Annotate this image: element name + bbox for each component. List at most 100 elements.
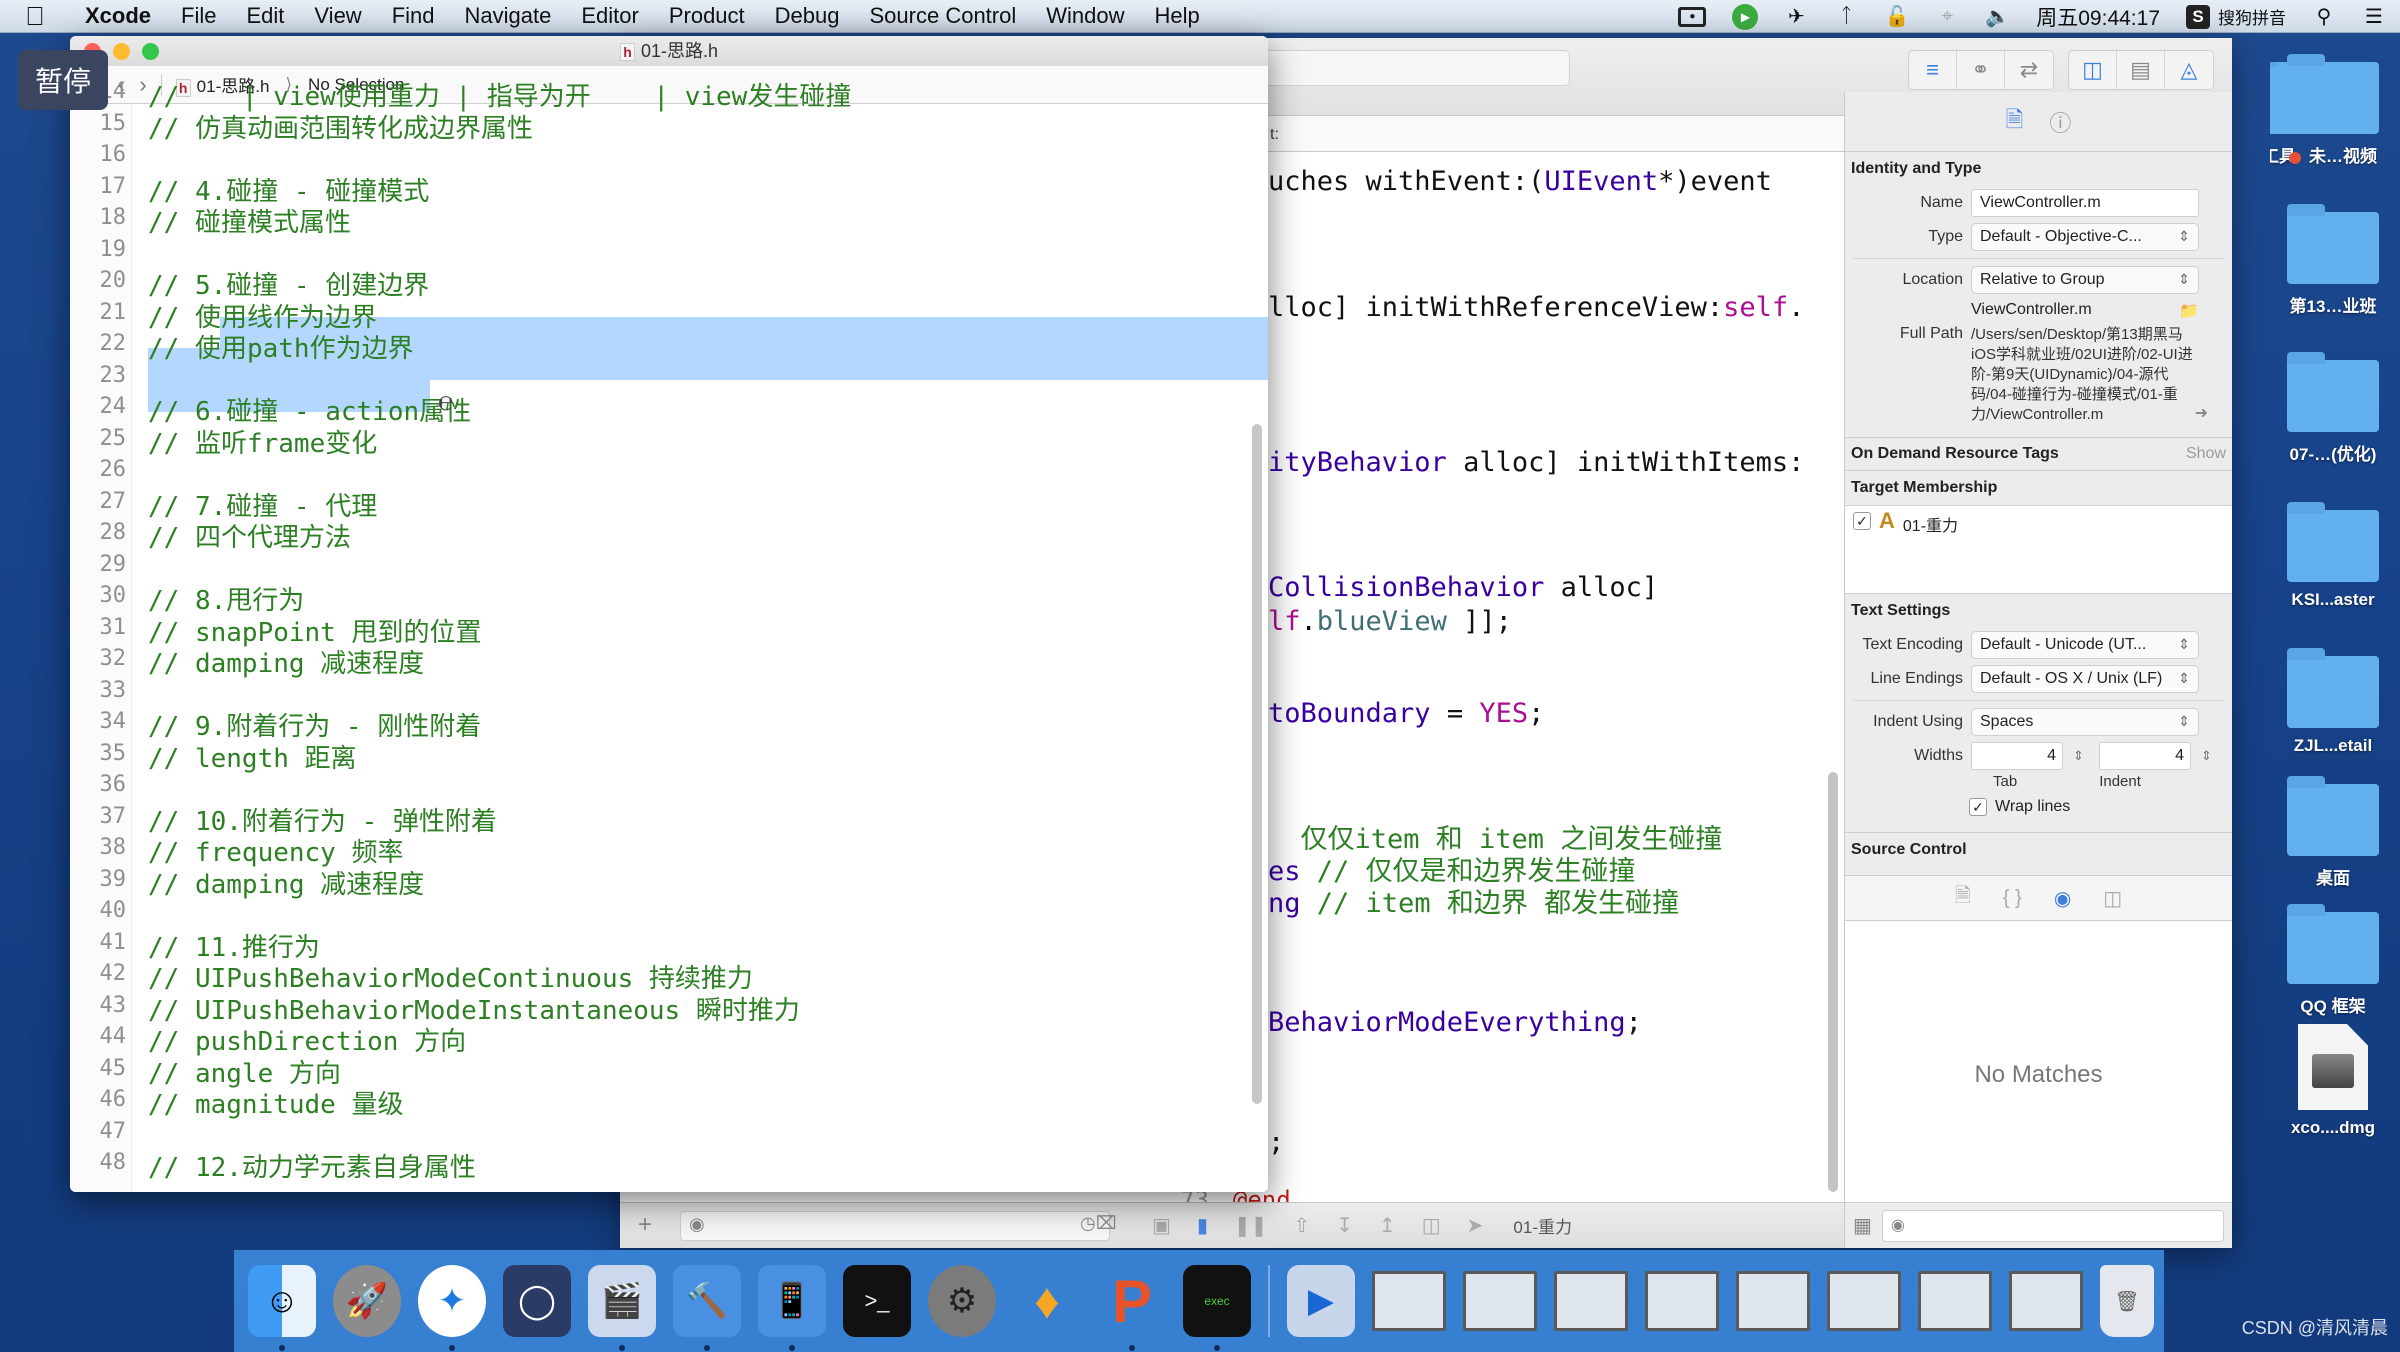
- library-filter-input[interactable]: ◉: [1881, 1209, 2224, 1242]
- recent-files-icon[interactable]: ◷⌧: [1080, 1213, 1116, 1234]
- code-line[interactable]: 29: [70, 549, 1236, 581]
- hide-debug-area-icon[interactable]: ▣: [1152, 1213, 1171, 1238]
- file-template-library-icon[interactable]: 🗎: [1955, 881, 1971, 915]
- desktop-item[interactable]: xco....dmg: [2268, 1024, 2398, 1138]
- code-line[interactable]: 22// 使用path作为边界: [70, 328, 1236, 364]
- indent-select[interactable]: Spaces ⇕: [1971, 708, 2199, 736]
- clock[interactable]: 周五09:44:17: [2036, 2, 2160, 32]
- utilities-toggle-icon[interactable]: ◬: [2165, 51, 2213, 89]
- dock-sketch[interactable]: ♦: [1013, 1265, 1081, 1337]
- airplane-icon[interactable]: ✈: [1784, 4, 1808, 30]
- dock-minimized-window[interactable]: [1918, 1271, 1992, 1331]
- file-inspector-icon[interactable]: 🗎: [2006, 103, 2024, 141]
- code-line[interactable]: 35// length 距离: [70, 738, 1236, 774]
- code-line[interactable]: 40: [70, 895, 1236, 927]
- desktop-item[interactable]: KSI...aster: [2268, 502, 2398, 610]
- desktop-item[interactable]: QQ 框架: [2268, 904, 2398, 1017]
- apple-menu-icon[interactable]: : [0, 1, 70, 32]
- quick-help-icon[interactable]: ⓘ: [2049, 106, 2071, 138]
- code-line[interactable]: 41// 11.推行为: [70, 927, 1236, 963]
- folder-reveal-icon[interactable]: 📁: [2179, 301, 2199, 321]
- input-method-label[interactable]: 搜狗拼音: [2218, 4, 2286, 29]
- step-into-icon[interactable]: ↧: [1336, 1213, 1353, 1238]
- window-title-bar[interactable]: h 01-思路.h: [70, 36, 1268, 66]
- menu-help[interactable]: Help: [1140, 3, 1215, 29]
- dock-minimized-window[interactable]: [1827, 1271, 1901, 1331]
- code-editor[interactable]: 14// | view使用重力 | 指导为开 | view发生碰撞 15// 仿真…: [70, 79, 1268, 1192]
- menu-editor[interactable]: Editor: [566, 3, 653, 29]
- code-line[interactable]: 46// magnitude 量级: [70, 1084, 1236, 1120]
- dock-minimized-window[interactable]: [2009, 1271, 2083, 1331]
- dock-minimized-window[interactable]: [1554, 1271, 1628, 1331]
- debug-area-toggle-icon[interactable]: ▤: [2117, 51, 2165, 89]
- type-select[interactable]: Default - Objective-C... ⇕: [1971, 223, 2199, 251]
- media-library-icon[interactable]: ◫: [2103, 886, 2122, 911]
- location-icon[interactable]: ➤: [1467, 1213, 1484, 1238]
- code-line[interactable]: 33: [70, 675, 1236, 707]
- dock-movie-app[interactable]: 🎬: [588, 1265, 656, 1351]
- dock-terminal[interactable]: >_: [843, 1265, 911, 1337]
- code-line[interactable]: 20// 5.碰撞 - 创建边界: [70, 265, 1236, 301]
- code-line[interactable]: 34// 9.附着行为 - 刚性附着: [70, 706, 1236, 742]
- breakpoints-toggle-icon[interactable]: ▮: [1197, 1213, 1208, 1238]
- wifi-icon[interactable]: ⌖: [1935, 4, 1959, 30]
- spotlight-search-icon[interactable]: ⚲: [2312, 4, 2336, 30]
- volume-icon[interactable]: 🔈: [1985, 4, 2010, 30]
- dock-trash[interactable]: 🗑: [2100, 1265, 2154, 1337]
- name-field[interactable]: ViewController.m: [1971, 189, 2199, 217]
- green-app-icon[interactable]: ▶: [1732, 3, 1759, 30]
- code-line[interactable]: 47: [70, 1116, 1236, 1148]
- code-line[interactable]: 39// damping 减速程度: [70, 864, 1236, 900]
- code-line[interactable]: 36: [70, 769, 1236, 801]
- code-line[interactable]: 17// 4.碰撞 - 碰撞模式: [70, 171, 1236, 207]
- pause-overlay[interactable]: 暂停: [18, 50, 108, 110]
- indent-width-stepper[interactable]: ⇕: [2201, 748, 2217, 764]
- minimize-button[interactable]: [113, 43, 130, 60]
- menu-view[interactable]: View: [299, 3, 376, 29]
- code-line[interactable]: 45// angle 方向: [70, 1053, 1236, 1089]
- wrap-lines-checkbox[interactable]: ✓: [1969, 798, 1987, 816]
- dock-safari[interactable]: ✦: [418, 1265, 486, 1351]
- navigator-toggle-icon[interactable]: ◫: [2069, 51, 2117, 89]
- menu-window[interactable]: Window: [1031, 3, 1139, 29]
- menu-source-control[interactable]: Source Control: [855, 3, 1032, 29]
- menu-debug[interactable]: Debug: [760, 3, 855, 29]
- code-line[interactable]: 14// | view使用重力 | 指导为开 | view发生碰撞: [70, 76, 1236, 112]
- step-out-icon[interactable]: ↥: [1379, 1213, 1396, 1238]
- pause-icon[interactable]: ❚❚: [1234, 1213, 1268, 1238]
- menu-file[interactable]: File: [166, 3, 231, 29]
- code-line[interactable]: 21// 使用线作为边界: [70, 297, 1236, 333]
- tab-width-field[interactable]: 4: [1971, 742, 2063, 770]
- screen-record-icon[interactable]: ●: [1678, 6, 1707, 27]
- standard-editor-icon[interactable]: ≡: [1909, 51, 1957, 89]
- zoom-button[interactable]: [142, 43, 159, 60]
- menu-edit[interactable]: Edit: [231, 3, 299, 29]
- dock-quicktime[interactable]: ▶: [1287, 1265, 1355, 1337]
- dock-minimized-window[interactable]: [1645, 1271, 1719, 1331]
- code-line[interactable]: 23: [70, 360, 1236, 392]
- code-line[interactable]: 25// 监听frame变化: [70, 423, 1236, 459]
- code-line[interactable]: 31// snapPoint 甩到的位置: [70, 612, 1236, 648]
- code-line[interactable]: 37// 10.附着行为 - 弹性附着: [70, 801, 1236, 837]
- code-line[interactable]: 44// pushDirection 方向: [70, 1021, 1236, 1057]
- menu-find[interactable]: Find: [377, 3, 450, 29]
- desktop-item[interactable]: 07-…(优化): [2268, 352, 2398, 465]
- sogou-icon[interactable]: S: [2186, 4, 2210, 29]
- bg-editor-scrollbar[interactable]: [1828, 772, 1838, 1192]
- menu-navigate[interactable]: Navigate: [450, 3, 567, 29]
- encoding-select[interactable]: Default - Unicode (UT... ⇕: [1971, 631, 2199, 659]
- show-button[interactable]: Show: [2186, 445, 2226, 463]
- view-debugger-icon[interactable]: ◫: [1422, 1213, 1441, 1238]
- dock-xcode[interactable]: 🔨: [673, 1265, 741, 1351]
- indent-width-field[interactable]: 4: [2099, 742, 2191, 770]
- editor-scrollbar[interactable]: [1252, 424, 1262, 1104]
- dock-simulator[interactable]: 📱: [758, 1265, 826, 1351]
- desktop-item[interactable]: 第13…业班: [2268, 204, 2398, 317]
- location-select[interactable]: Relative to Group ⇕: [1971, 266, 2199, 294]
- code-line[interactable]: 43// UIPushBehaviorModeInstantaneous 瞬时推…: [70, 990, 1236, 1026]
- bluetooth-icon[interactable]: ᛏ: [1834, 4, 1858, 30]
- line-endings-select[interactable]: Default - OS X / Unix (LF) ⇕: [1971, 665, 2199, 693]
- code-line[interactable]: 48 // 12.动力学元素自身属性: [70, 1147, 1236, 1183]
- code-line[interactable]: 28// 四个代理方法: [70, 517, 1236, 553]
- dock-finder[interactable]: ☺: [248, 1265, 316, 1351]
